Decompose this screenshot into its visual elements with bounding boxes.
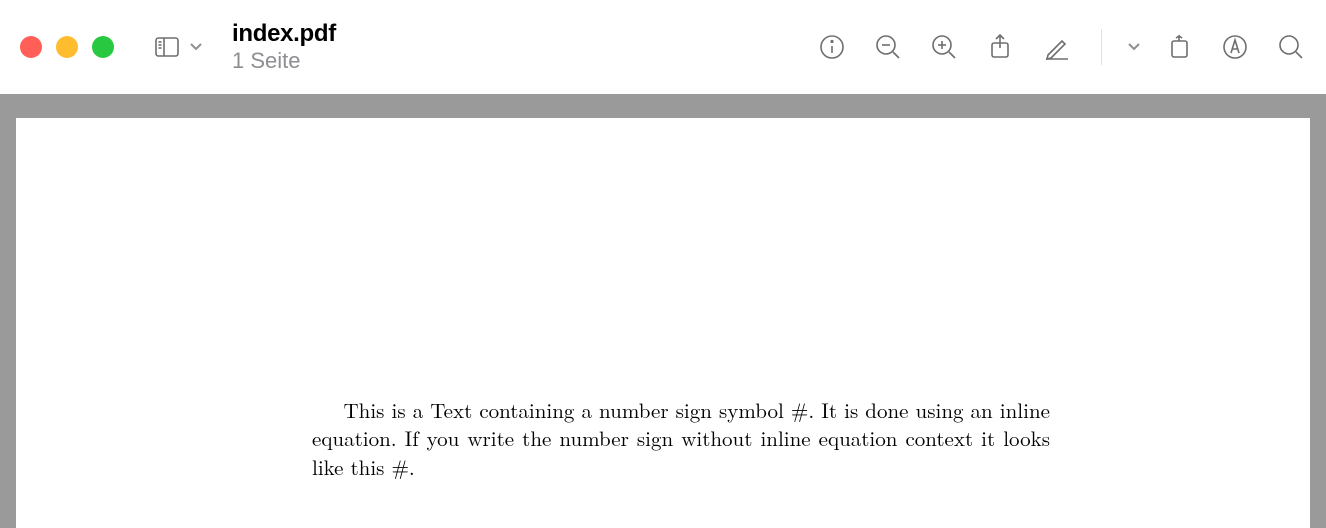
toolbar-divider — [1101, 29, 1102, 65]
pdf-page: This is a Text containing a number sign … — [16, 118, 1310, 528]
zoom-out-button[interactable] — [873, 32, 903, 62]
sidebar-dropdown[interactable] — [188, 38, 206, 56]
document-viewport[interactable]: This is a Text containing a number sign … — [0, 94, 1326, 528]
sidebar-toggle-group — [152, 32, 206, 62]
toolbar: index.pdf 1 Seite — [0, 0, 1326, 94]
fullscreen-window-button[interactable] — [92, 36, 114, 58]
title-block: index.pdf 1 Seite — [232, 20, 336, 74]
close-window-button[interactable] — [20, 36, 42, 58]
markup-button[interactable] — [1041, 32, 1071, 62]
document-title: index.pdf — [232, 20, 336, 48]
info-button[interactable] — [817, 32, 847, 62]
sidebar-toggle-button[interactable] — [152, 32, 182, 62]
window-controls — [20, 36, 114, 58]
document-subtitle: 1 Seite — [232, 48, 336, 74]
rotate-button[interactable] — [1164, 32, 1194, 62]
minimize-window-button[interactable] — [56, 36, 78, 58]
share-button[interactable] — [985, 32, 1015, 62]
highlight-button[interactable] — [1220, 32, 1250, 62]
document-body-text: This is a Text containing a number sign … — [312, 396, 1050, 481]
markup-dropdown[interactable] — [1126, 38, 1144, 56]
zoom-in-button[interactable] — [929, 32, 959, 62]
search-button[interactable] — [1276, 32, 1306, 62]
tool-group — [817, 29, 1306, 65]
